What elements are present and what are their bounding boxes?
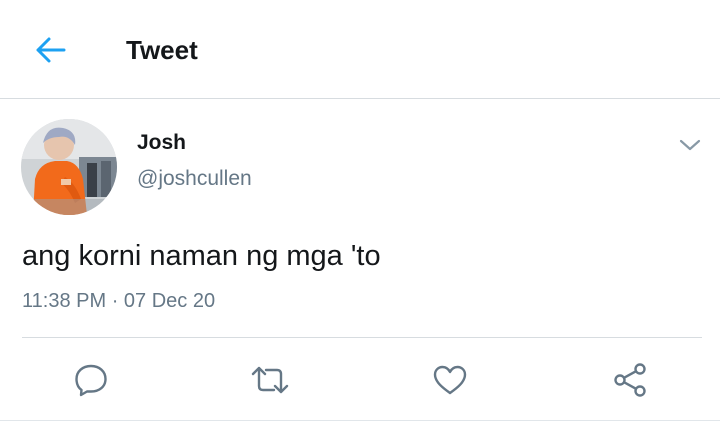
divider	[22, 337, 702, 338]
share-icon	[614, 363, 646, 397]
like-button[interactable]	[428, 360, 472, 400]
share-button[interactable]	[608, 360, 652, 400]
tweet-actions	[0, 350, 720, 406]
heart-icon	[433, 365, 467, 395]
chevron-down-icon	[679, 139, 701, 151]
avatar[interactable]	[21, 119, 117, 215]
tweet-detail-screen: Tweet Josh @joshcullen ang korni naman n…	[0, 0, 720, 432]
arrow-left-icon	[36, 37, 66, 63]
meta-separator: ·	[111, 290, 119, 312]
author-name[interactable]: Josh	[137, 131, 186, 155]
back-button[interactable]	[30, 32, 70, 68]
tweet-date: 07 Dec 20	[123, 290, 216, 312]
page-title: Tweet	[126, 35, 198, 65]
profile-photo	[21, 119, 117, 215]
reply-icon	[75, 364, 107, 397]
tweet-time: 11:38 PM	[22, 290, 107, 312]
tweet-text: ang korni naman ng mga 'to	[22, 240, 381, 272]
reply-button[interactable]	[69, 360, 113, 400]
top-app-bar: Tweet	[0, 0, 720, 99]
tweet-timestamp: 11:38 PM · 07 Dec 20	[22, 290, 215, 313]
retweet-icon	[251, 366, 289, 394]
tweet-menu-button[interactable]	[676, 133, 704, 157]
divider-bottom	[0, 420, 720, 421]
author-handle[interactable]: @joshcullen	[137, 167, 252, 191]
retweet-button[interactable]	[248, 360, 292, 400]
